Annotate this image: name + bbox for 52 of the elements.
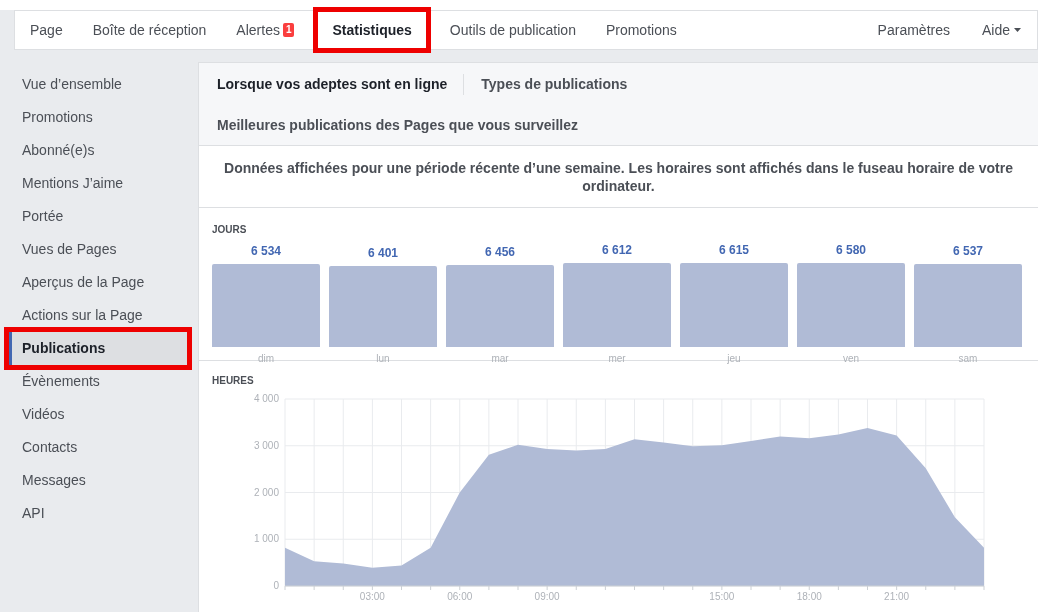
- axis-label: 4 000: [253, 393, 279, 404]
- sidebar-item[interactable]: Contacts: [9, 431, 187, 464]
- nav-link[interactable]: Aide: [965, 11, 1037, 49]
- sidebar-item[interactable]: Vidéos: [9, 398, 187, 431]
- axis-label: 06:00: [447, 591, 473, 602]
- axis-label: 03:00: [359, 591, 385, 602]
- nav-tab[interactable]: Page: [15, 11, 78, 49]
- sidebar-item[interactable]: API: [9, 497, 187, 530]
- subtab[interactable]: Lorsque vos adeptes sont en ligne: [217, 73, 464, 95]
- day-label: lun: [376, 352, 390, 366]
- section-title: JOURS: [212, 223, 247, 237]
- axis-label: 09:00: [534, 591, 560, 602]
- section-title: HEURES: [212, 374, 254, 388]
- sidebar-item[interactable]: Messages: [9, 464, 187, 497]
- axis-label: 2 000: [253, 486, 279, 498]
- sidebar-item[interactable]: Vues de Pages: [9, 233, 187, 266]
- sidebar-item[interactable]: Mentions J’aime: [9, 167, 187, 200]
- day-label: ven: [842, 352, 860, 366]
- notice-text: Données affichées pour une période récente d’une semaine. Les horaires sont affichés dans le fuseau horaire de votre ordinateur.: [223, 158, 1014, 195]
- data-label: 6 580: [836, 242, 866, 260]
- day-label: jeu: [727, 352, 741, 366]
- count-badge: 1: [282, 23, 295, 37]
- day-label: mer: [608, 352, 626, 366]
- axis-label: 18:00: [796, 591, 822, 602]
- axis-label: 0: [273, 580, 279, 591]
- data-label: 6 456: [485, 244, 515, 262]
- subtab[interactable]: Types de publications: [463, 73, 644, 95]
- sidebar-item[interactable]: Promotions: [9, 101, 187, 134]
- sidebar-item[interactable]: Évènements: [9, 365, 187, 398]
- axis-label: 3 000: [253, 439, 279, 451]
- data-label: 6 615: [719, 242, 749, 259]
- day-label: mar: [491, 352, 509, 366]
- nav-link[interactable]: Paramètres: [861, 11, 966, 49]
- nav-tab[interactable]: Promotions: [590, 11, 692, 49]
- data-label: 6 612: [602, 242, 632, 260]
- sidebar-item[interactable]: Actions sur la Page: [9, 299, 187, 332]
- sidebar-item[interactable]: Vue d’ensemble: [9, 68, 187, 101]
- sidebar-item[interactable]: Portée: [9, 200, 187, 233]
- data-label: 6 401: [368, 244, 398, 262]
- sidebar-item[interactable]: Abonné(e)s: [9, 134, 187, 167]
- subtab[interactable]: Meilleures publications des Pages que vous surveillez: [217, 114, 594, 136]
- data-label: 6 534: [251, 243, 281, 261]
- axis-label: 21:00: [884, 591, 910, 602]
- axis-label: 1 000: [253, 533, 279, 545]
- nav-tab[interactable]: Outils de publication: [434, 11, 591, 49]
- axis-label: 15:00: [709, 591, 735, 602]
- nav-tab[interactable]: Boîte de réception: [77, 11, 222, 49]
- day-label: sam: [958, 352, 978, 366]
- data-label: 6 537: [953, 243, 983, 260]
- nav-tab[interactable]: Alertes 1: [221, 11, 310, 49]
- day-label: dim: [257, 352, 275, 366]
- sidebar-item[interactable]: Aperçus de la Page: [9, 266, 187, 299]
